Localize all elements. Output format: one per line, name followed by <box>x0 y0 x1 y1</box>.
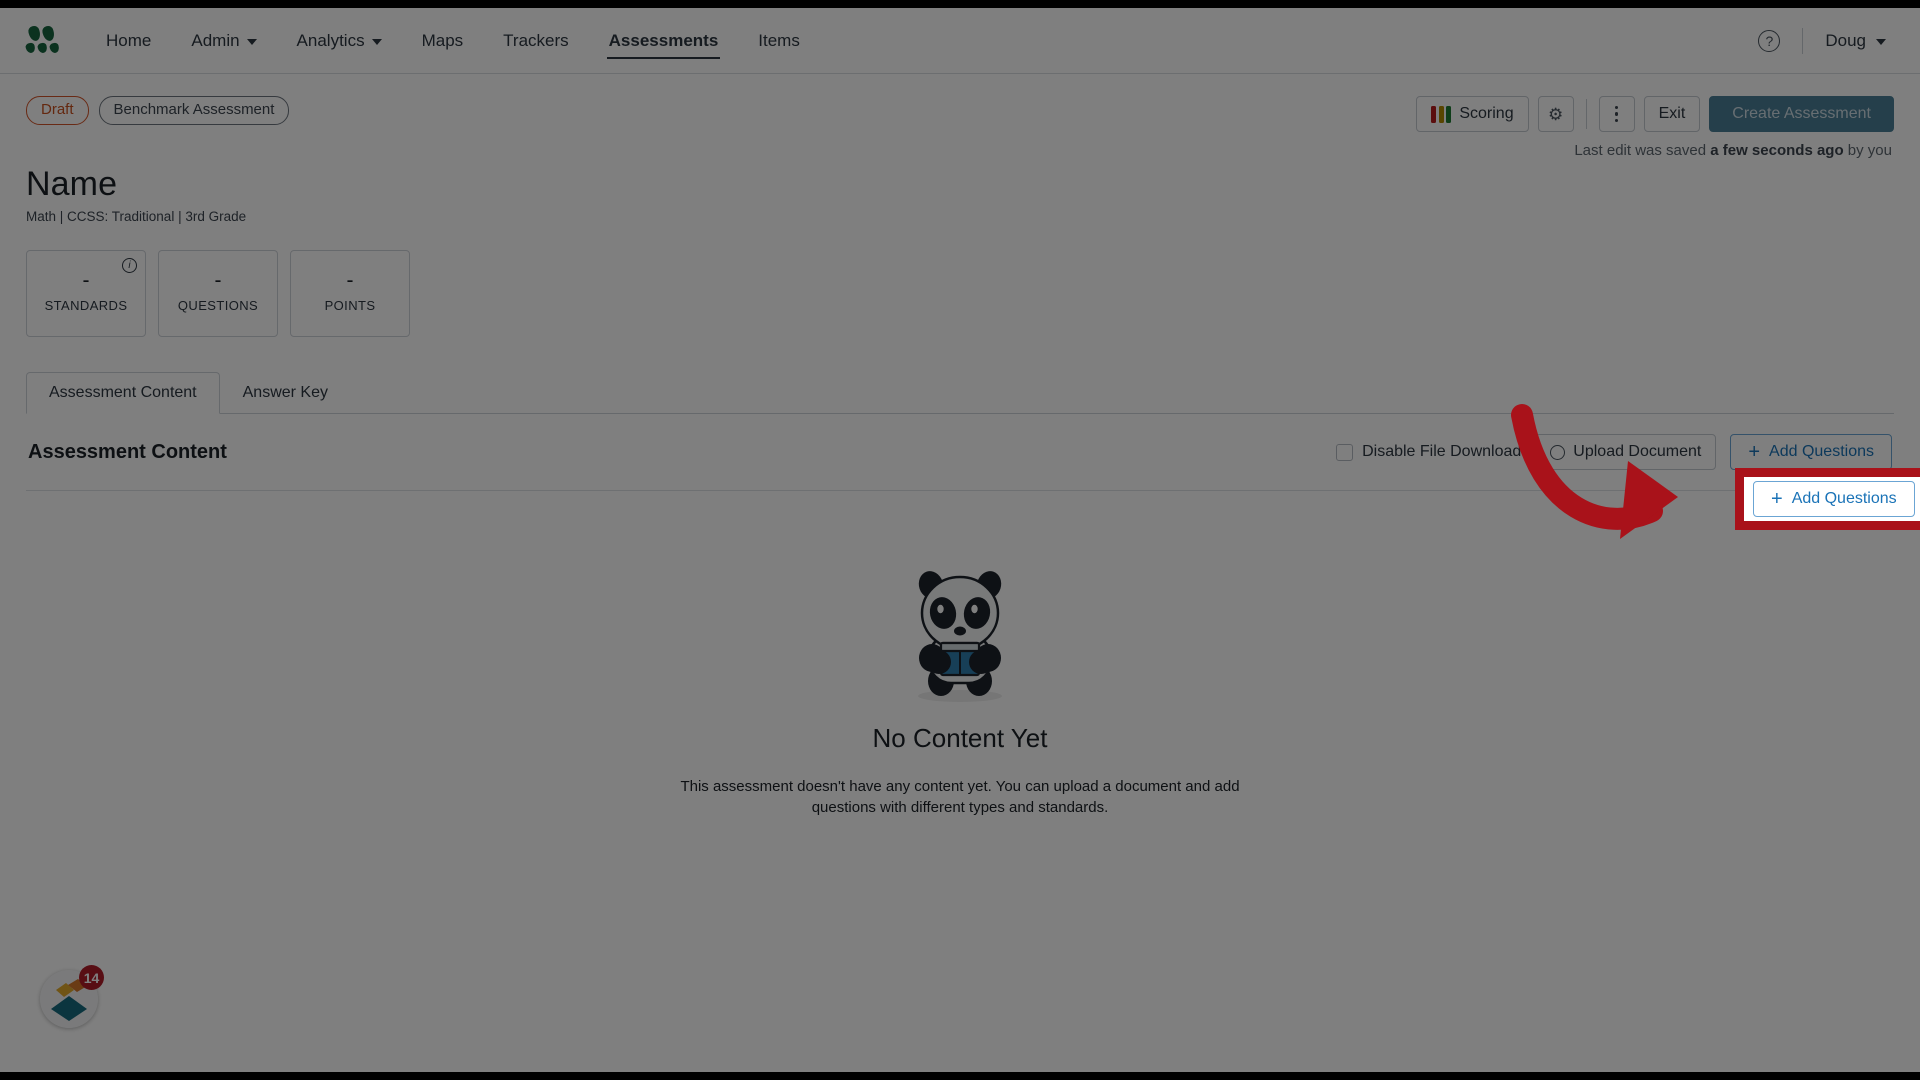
stat-label: STANDARDS <box>44 297 128 313</box>
create-assessment-label: Create Assessment <box>1732 105 1871 122</box>
page-body: Draft Benchmark Assessment Scoring ⚙ Exi… <box>0 74 1920 1072</box>
scoring-button[interactable]: Scoring <box>1416 96 1529 132</box>
status-and-actions-row: Draft Benchmark Assessment Scoring ⚙ Exi… <box>26 74 1894 132</box>
nav-item-label: Items <box>758 30 800 50</box>
gear-icon: ⚙ <box>1547 104 1564 124</box>
chevron-down-icon <box>246 38 257 45</box>
upload-document-label: Upload Document <box>1573 443 1702 460</box>
action-buttons: Scoring ⚙ Exit Create Assessment <box>1416 96 1894 132</box>
upload-document-button[interactable]: Upload Document <box>1535 434 1717 470</box>
info-icon[interactable]: i <box>122 258 137 273</box>
stat-card-points: - POINTS <box>290 250 410 337</box>
empty-state: No Content Yet This assessment doesn't h… <box>26 491 1894 819</box>
nav-right-cluster: ? Doug <box>1758 27 1894 54</box>
checkbox-icon[interactable] <box>1336 443 1354 461</box>
nav-item-label: Home <box>106 30 152 50</box>
chevron-down-icon <box>1876 38 1886 45</box>
tab-assessment-content[interactable]: Assessment Content <box>26 372 220 414</box>
exit-label: Exit <box>1658 105 1686 122</box>
nav-divider <box>1802 27 1804 54</box>
settings-button[interactable]: ⚙ <box>1537 96 1574 132</box>
nav-item-assessments[interactable]: Assessments <box>589 8 739 73</box>
nav-item-maps[interactable]: Maps <box>402 8 484 73</box>
saved-prefix: Last edit was saved <box>1574 142 1711 159</box>
exit-button[interactable]: Exit <box>1643 96 1701 132</box>
help-widget-launcher[interactable]: 14 <box>40 965 104 1028</box>
add-questions-button[interactable]: + Add Questions <box>1730 434 1892 470</box>
nav-item-items[interactable]: Items <box>738 8 820 73</box>
stat-value: - <box>82 268 90 292</box>
scoring-label: Scoring <box>1459 105 1514 122</box>
empty-state-description: This assessment doesn't have any content… <box>680 778 1240 817</box>
nav-item-label: Maps <box>421 30 464 50</box>
nav-item-label: Admin <box>191 30 240 50</box>
nav-item-label: Assessments <box>608 30 719 50</box>
saved-time: a few seconds ago <box>1710 142 1844 159</box>
chevron-down-icon <box>371 38 382 45</box>
nav-item-trackers[interactable]: Trackers <box>483 8 589 73</box>
plus-icon: + <box>1748 441 1761 463</box>
top-navigation-bar: Home Admin Analytics Maps Trackers Asses… <box>0 8 1920 74</box>
status-badge-draft: Draft <box>26 96 89 125</box>
nav-item-label: Trackers <box>503 30 569 50</box>
content-header: Assessment Content Disable File Download… <box>26 414 1894 491</box>
help-icon[interactable]: ? <box>1758 29 1781 52</box>
more-options-button[interactable] <box>1598 96 1635 132</box>
kebab-menu-icon <box>1614 105 1619 123</box>
page-title: Name <box>26 165 118 203</box>
toolbar-divider <box>1585 99 1587 129</box>
nav-item-admin[interactable]: Admin <box>171 8 276 73</box>
tab-answer-key[interactable]: Answer Key <box>220 372 351 414</box>
page-subtitle: Math | CCSS: Traditional | 3rd Grade <box>26 209 247 224</box>
stat-value: - <box>346 268 354 292</box>
stat-card-questions: - QUESTIONS <box>158 250 278 337</box>
content-section-title: Assessment Content <box>28 440 227 463</box>
user-name-label: Doug <box>1825 30 1866 50</box>
assessment-type-badge: Benchmark Assessment <box>98 96 290 125</box>
stat-label: POINTS <box>324 297 376 313</box>
scoring-bars-icon <box>1431 105 1452 123</box>
upload-circle-icon <box>1550 444 1566 460</box>
disable-file-download-toggle[interactable]: Disable File Download <box>1336 443 1521 461</box>
stat-value: - <box>214 268 222 292</box>
last-saved-note: Last edit was saved a few seconds ago by… <box>26 142 1894 159</box>
app-screen: Home Admin Analytics Maps Trackers Asses… <box>0 8 1920 1072</box>
nav-item-label: Analytics <box>296 30 365 50</box>
content-header-tools: Disable File Download Upload Document + … <box>1336 434 1892 470</box>
primary-nav-items: Home Admin Analytics Maps Trackers Asses… <box>86 8 820 73</box>
stat-cards: i - STANDARDS - QUESTIONS - POINTS <box>26 250 1894 337</box>
stat-card-standards: i - STANDARDS <box>26 250 146 337</box>
nav-item-analytics[interactable]: Analytics <box>277 8 402 73</box>
saved-suffix: by you <box>1843 142 1892 159</box>
user-menu[interactable]: Doug <box>1825 31 1894 51</box>
nav-item-home[interactable]: Home <box>86 8 171 73</box>
disable-file-download-label: Disable File Download <box>1362 443 1522 460</box>
add-questions-label: Add Questions <box>1769 443 1874 460</box>
five-leaf-logo-icon[interactable] <box>24 24 61 56</box>
panda-with-book-icon <box>905 563 1015 703</box>
stat-label: QUESTIONS <box>177 297 259 313</box>
create-assessment-button[interactable]: Create Assessment <box>1709 96 1894 132</box>
empty-state-title: No Content Yet <box>872 723 1048 753</box>
content-tabs: Assessment Content Answer Key <box>26 371 1894 414</box>
notification-badge: 14 <box>79 965 104 990</box>
